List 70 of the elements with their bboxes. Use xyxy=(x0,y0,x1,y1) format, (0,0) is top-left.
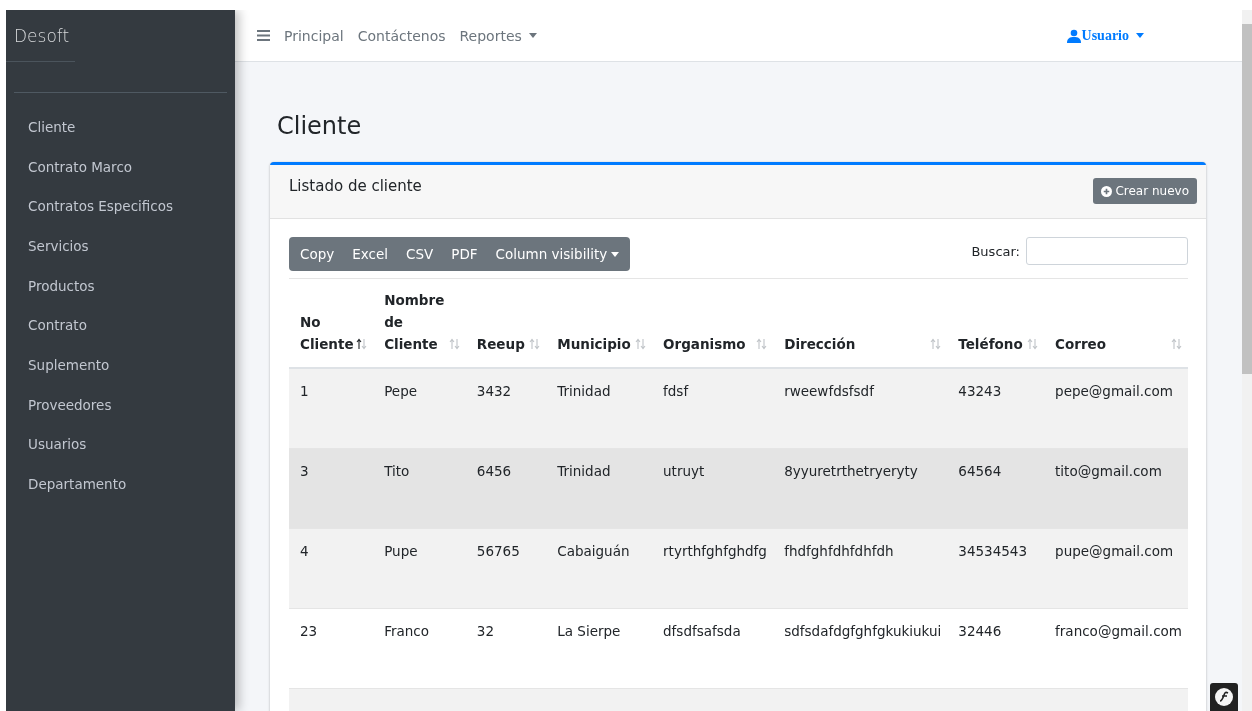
column-header[interactable]: Dirección xyxy=(784,333,856,355)
page-title: Cliente xyxy=(277,112,363,140)
sidebar-item[interactable]: Contrato xyxy=(14,305,101,346)
sidebar-item[interactable]: Servicios xyxy=(14,226,103,266)
column-visibility-button[interactable]: Column visibility xyxy=(486,237,629,271)
table-cell: 3432 xyxy=(476,383,512,399)
table-cell: utruyt xyxy=(663,463,705,479)
table-cell: rweewfdsfsdf xyxy=(784,383,874,399)
nav-link[interactable]: Principal xyxy=(284,27,344,44)
sidebar-item[interactable]: Usuarios xyxy=(14,424,101,465)
table-cell: La Sierpe xyxy=(557,623,621,639)
table-cell: Trinidad xyxy=(557,383,611,399)
table-cell: fdsf xyxy=(663,383,689,399)
table-cell: 32446 xyxy=(958,623,1002,639)
search-field[interactable] xyxy=(1026,237,1188,265)
column-header[interactable]: Municipio xyxy=(557,333,631,355)
plus-circle-icon xyxy=(1101,185,1113,197)
table-cell: 34534543 xyxy=(958,543,1027,559)
table-cell: 64564 xyxy=(958,463,1002,479)
sidebar-item[interactable]: Departamento xyxy=(14,464,141,504)
table-cell: Franco xyxy=(384,623,430,639)
table-cell: 23 xyxy=(300,623,318,639)
column-header[interactable]: Nombre de Cliente xyxy=(384,289,445,355)
nav-link[interactable]: Contáctenos xyxy=(357,27,446,44)
card-title: Listado de cliente xyxy=(289,177,422,195)
table-cell: 1 xyxy=(300,383,309,399)
search-label: Buscar: xyxy=(971,243,1020,259)
table-cell: 4 xyxy=(300,543,309,559)
sidebar-item[interactable]: Productos xyxy=(14,265,109,306)
table-cell: pepe@gmail.com xyxy=(1055,383,1173,399)
column-header[interactable]: Correo xyxy=(1055,333,1106,355)
nav-link[interactable]: Reportes xyxy=(459,27,537,44)
menu-icon[interactable] xyxy=(257,30,270,41)
sidebar-item[interactable]: Suplemento xyxy=(14,345,124,385)
table-cell: Pupe xyxy=(384,543,418,559)
column-header[interactable]: Teléfono xyxy=(958,333,1023,355)
table-cell: pupe@gmail.com xyxy=(1055,543,1174,559)
debug-toolbar-icon[interactable] xyxy=(1210,683,1238,711)
table-cell: fhdfghfdhfdhfdh xyxy=(784,543,894,559)
export-button[interactable]: CSV xyxy=(397,237,443,271)
table-cell: 6456 xyxy=(476,463,512,479)
table-cell: 3 xyxy=(300,463,309,479)
column-header[interactable]: Organismo xyxy=(663,333,746,355)
table-cell: rtyrthfghfghdfg xyxy=(663,543,767,559)
table-cell: 56765 xyxy=(476,543,520,559)
export-button[interactable]: Copy xyxy=(291,237,344,271)
create-button[interactable]: Crear nuevo xyxy=(1093,178,1197,204)
table-cell: dfsdfsafsda xyxy=(663,623,741,639)
sidebar-item[interactable]: Contrato Marco xyxy=(14,146,147,187)
user-menu[interactable]: Usuario xyxy=(1066,27,1144,44)
table-cell: franco@gmail.com xyxy=(1055,623,1182,639)
brand-name[interactable]: Desoft xyxy=(6,10,76,62)
table-cell: Cabaiguán xyxy=(557,543,630,559)
sort-icon[interactable] xyxy=(356,338,368,350)
export-button[interactable]: PDF xyxy=(442,237,487,271)
table-cell: tito@gmail.com xyxy=(1055,463,1162,479)
table-cell: 43243 xyxy=(958,383,1002,399)
table-cell: Tito xyxy=(384,463,410,479)
column-header[interactable]: Reeup xyxy=(476,333,525,355)
sidebar-item[interactable]: Contratos Especificos xyxy=(14,186,188,227)
user-icon xyxy=(1066,28,1081,43)
sidebar-item[interactable]: Proveedores xyxy=(14,384,126,425)
export-button[interactable]: Excel xyxy=(343,237,397,271)
table-cell: Pepe xyxy=(384,383,417,399)
table-cell: Trinidad xyxy=(557,463,611,479)
scrollbar[interactable] xyxy=(1242,10,1252,711)
table-cell: sdfsdafdgfghfgkukiukui xyxy=(784,623,942,639)
table-cell: 32 xyxy=(476,623,494,639)
sidebar-item[interactable]: Cliente xyxy=(14,107,90,147)
table-cell: 8yyuretrthetryeryty xyxy=(784,463,918,479)
